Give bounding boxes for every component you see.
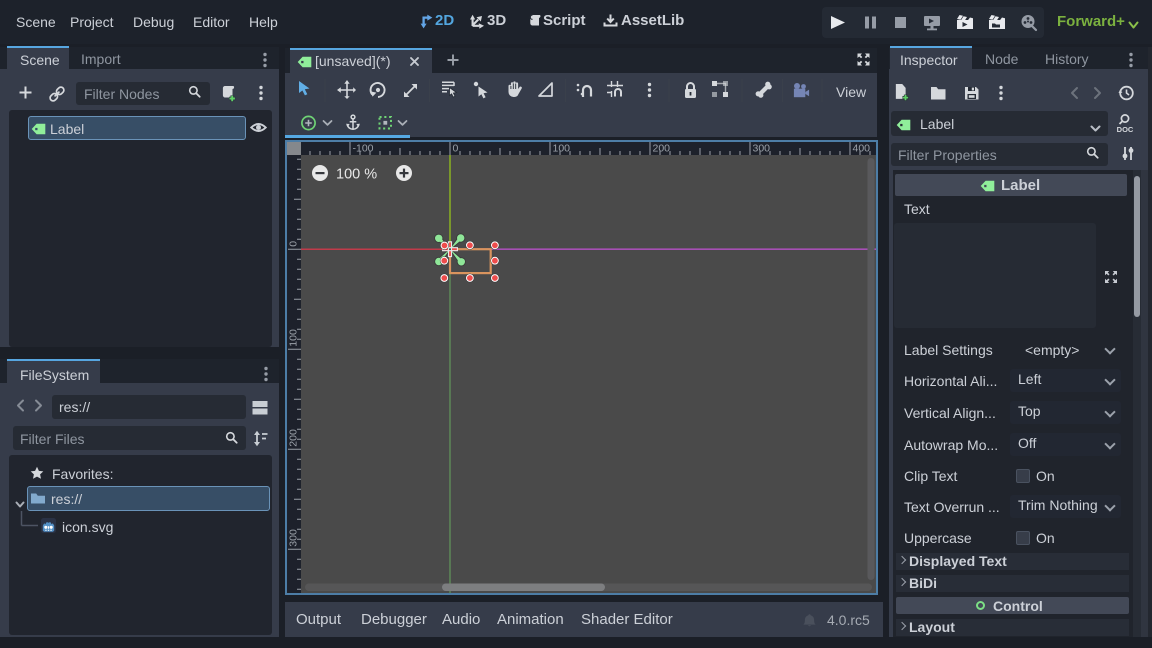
svg-text:300: 300 <box>288 529 300 547</box>
svg-text:0: 0 <box>288 241 300 247</box>
svg-text:300: 300 <box>753 143 771 155</box>
svg-text:100: 100 <box>288 329 300 347</box>
svg-text:-100: -100 <box>353 143 374 155</box>
svg-text:200: 200 <box>288 429 300 447</box>
svg-text:0: 0 <box>453 143 459 155</box>
svg-text:DOC: DOC <box>1117 125 1134 134</box>
svg-text:200: 200 <box>653 143 671 155</box>
svg-text:400: 400 <box>853 143 871 155</box>
svg-text:100 %: 100 % <box>336 167 377 183</box>
svg-text:100: 100 <box>553 143 571 155</box>
